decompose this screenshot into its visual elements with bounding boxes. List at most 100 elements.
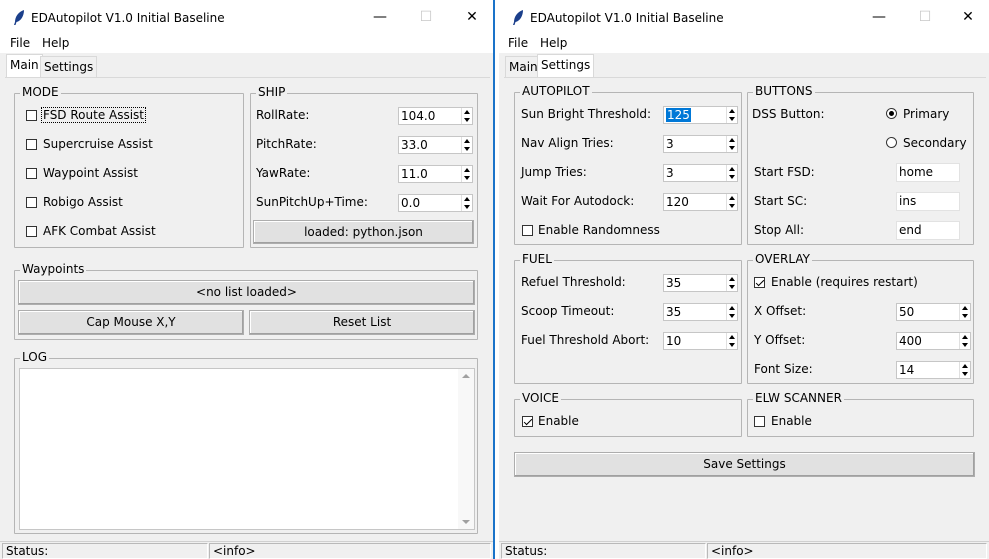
afk-combat-assist-checkbox[interactable] bbox=[26, 226, 37, 237]
spin-up-icon[interactable] bbox=[729, 109, 735, 113]
spin-up-icon[interactable] bbox=[729, 196, 735, 200]
spin-down-icon[interactable] bbox=[729, 146, 735, 150]
start-fsd-input[interactable]: home bbox=[896, 163, 960, 182]
menu-help[interactable]: Help bbox=[540, 36, 567, 50]
pitch-rate-spinbox[interactable]: 33.0 bbox=[398, 136, 473, 154]
secondary-radio-label[interactable]: Secondary bbox=[903, 136, 967, 150]
tab-settings[interactable]: Settings bbox=[537, 54, 595, 78]
spin-arrows[interactable] bbox=[959, 333, 970, 349]
spin-down-icon[interactable] bbox=[729, 204, 735, 208]
spin-up-icon[interactable] bbox=[729, 167, 735, 171]
spin-down-icon[interactable] bbox=[962, 372, 968, 376]
tab-settings[interactable]: Settings bbox=[40, 56, 98, 78]
spin-down-icon[interactable] bbox=[464, 147, 470, 151]
wait-for-autodock-spinbox[interactable]: 120 bbox=[663, 193, 738, 211]
waypoint-assist-checkbox[interactable] bbox=[26, 168, 37, 179]
spin-arrows[interactable] bbox=[726, 107, 737, 123]
reset-list-button[interactable]: Reset List bbox=[249, 310, 475, 335]
sun-bright-threshold-value[interactable]: 125 bbox=[666, 108, 691, 122]
spin-arrows[interactable] bbox=[726, 194, 737, 210]
yaw-rate-value[interactable]: 11.0 bbox=[401, 167, 428, 181]
supercruise-assist-checkbox[interactable] bbox=[26, 139, 37, 150]
maximize-button[interactable]: ☐ bbox=[902, 0, 948, 35]
menu-file[interactable]: File bbox=[508, 36, 528, 50]
spin-arrows[interactable] bbox=[959, 304, 970, 320]
refuel-threshold-value[interactable]: 35 bbox=[666, 276, 681, 290]
yaw-rate-spinbox[interactable]: 11.0 bbox=[398, 165, 473, 183]
sun-bright-threshold-spinbox[interactable]: 125 bbox=[663, 106, 738, 124]
jump-tries-spinbox[interactable]: 3 bbox=[663, 164, 738, 182]
waypoint-list-button[interactable]: <no list loaded> bbox=[18, 280, 475, 305]
spin-arrows[interactable] bbox=[461, 166, 472, 182]
primary-radio-label[interactable]: Primary bbox=[903, 107, 949, 121]
elw-scanner-enable-label[interactable]: Enable bbox=[771, 414, 812, 428]
nav-align-tries-value[interactable]: 3 bbox=[666, 137, 674, 151]
spin-arrows[interactable] bbox=[461, 137, 472, 153]
spin-arrows[interactable] bbox=[959, 362, 970, 378]
fsd-route-assist-checkbox[interactable] bbox=[26, 110, 37, 121]
supercruise-assist-label[interactable]: Supercruise Assist bbox=[43, 137, 153, 151]
spin-down-icon[interactable] bbox=[464, 118, 470, 122]
spin-arrows[interactable] bbox=[726, 304, 737, 320]
spin-up-icon[interactable] bbox=[729, 306, 735, 310]
enable-randomness-checkbox[interactable] bbox=[522, 225, 533, 236]
scroll-down-icon[interactable] bbox=[462, 520, 470, 524]
afk-combat-assist-label[interactable]: AFK Combat Assist bbox=[43, 224, 156, 238]
spin-down-icon[interactable] bbox=[729, 117, 735, 121]
scoop-timeout-value[interactable]: 35 bbox=[666, 305, 681, 319]
enable-randomness-label[interactable]: Enable Randomness bbox=[538, 223, 660, 237]
spin-down-icon[interactable] bbox=[729, 285, 735, 289]
spin-up-icon[interactable] bbox=[729, 138, 735, 142]
robigo-assist-checkbox[interactable] bbox=[26, 197, 37, 208]
y-offset-spinbox[interactable]: 400 bbox=[896, 332, 971, 350]
spin-arrows[interactable] bbox=[726, 333, 737, 349]
voice-enable-checkbox[interactable] bbox=[522, 416, 533, 427]
spin-arrows[interactable] bbox=[461, 108, 472, 124]
font-size-spinbox[interactable]: 14 bbox=[896, 361, 971, 379]
spin-down-icon[interactable] bbox=[464, 205, 470, 209]
fuel-threshold-abort-value[interactable]: 10 bbox=[666, 334, 681, 348]
y-offset-value[interactable]: 400 bbox=[899, 334, 922, 348]
title-bar[interactable]: EDAutopilot V1.0 Initial Baseline — ☐ ✕ bbox=[0, 0, 493, 35]
sun-pitch-up-time-value[interactable]: 0.0 bbox=[401, 196, 420, 210]
voice-enable-label[interactable]: Enable bbox=[538, 414, 579, 428]
jump-tries-value[interactable]: 3 bbox=[666, 166, 674, 180]
spin-down-icon[interactable] bbox=[729, 343, 735, 347]
spin-arrows[interactable] bbox=[726, 136, 737, 152]
spin-up-icon[interactable] bbox=[464, 168, 470, 172]
overlay-enable-checkbox[interactable] bbox=[754, 277, 765, 288]
spin-up-icon[interactable] bbox=[729, 277, 735, 281]
waypoint-assist-label[interactable]: Waypoint Assist bbox=[43, 166, 138, 180]
x-offset-spinbox[interactable]: 50 bbox=[896, 303, 971, 321]
minimize-button[interactable]: — bbox=[357, 0, 403, 35]
spin-down-icon[interactable] bbox=[464, 176, 470, 180]
save-settings-button[interactable]: Save Settings bbox=[514, 452, 975, 477]
cap-mouse-button[interactable]: Cap Mouse X,Y bbox=[18, 310, 244, 335]
spin-down-icon[interactable] bbox=[729, 175, 735, 179]
overlay-enable-label[interactable]: Enable (requires restart) bbox=[771, 275, 918, 289]
wait-for-autodock-value[interactable]: 120 bbox=[666, 195, 689, 209]
spin-up-icon[interactable] bbox=[962, 364, 968, 368]
spin-down-icon[interactable] bbox=[962, 343, 968, 347]
title-bar[interactable]: EDAutopilot V1.0 Initial Baseline — ☐ ✕ bbox=[499, 0, 989, 35]
spin-arrows[interactable] bbox=[726, 275, 737, 291]
roll-rate-value[interactable]: 104.0 bbox=[401, 109, 435, 123]
spin-down-icon[interactable] bbox=[729, 314, 735, 318]
menu-help[interactable]: Help bbox=[42, 36, 69, 50]
spin-down-icon[interactable] bbox=[962, 314, 968, 318]
spin-up-icon[interactable] bbox=[962, 306, 968, 310]
maximize-button[interactable]: ☐ bbox=[403, 0, 449, 35]
refuel-threshold-spinbox[interactable]: 35 bbox=[663, 274, 738, 292]
log-textarea[interactable] bbox=[19, 368, 475, 530]
spin-arrows[interactable] bbox=[726, 165, 737, 181]
pitch-rate-value[interactable]: 33.0 bbox=[401, 138, 428, 152]
start-sc-input[interactable]: ins bbox=[896, 192, 960, 211]
spin-up-icon[interactable] bbox=[962, 335, 968, 339]
close-button[interactable]: ✕ bbox=[945, 0, 989, 35]
primary-radio[interactable] bbox=[886, 108, 897, 119]
spin-up-icon[interactable] bbox=[464, 197, 470, 201]
spin-up-icon[interactable] bbox=[729, 335, 735, 339]
robigo-assist-label[interactable]: Robigo Assist bbox=[43, 195, 123, 209]
tab-main[interactable]: Main bbox=[6, 54, 43, 78]
roll-rate-spinbox[interactable]: 104.0 bbox=[398, 107, 473, 125]
